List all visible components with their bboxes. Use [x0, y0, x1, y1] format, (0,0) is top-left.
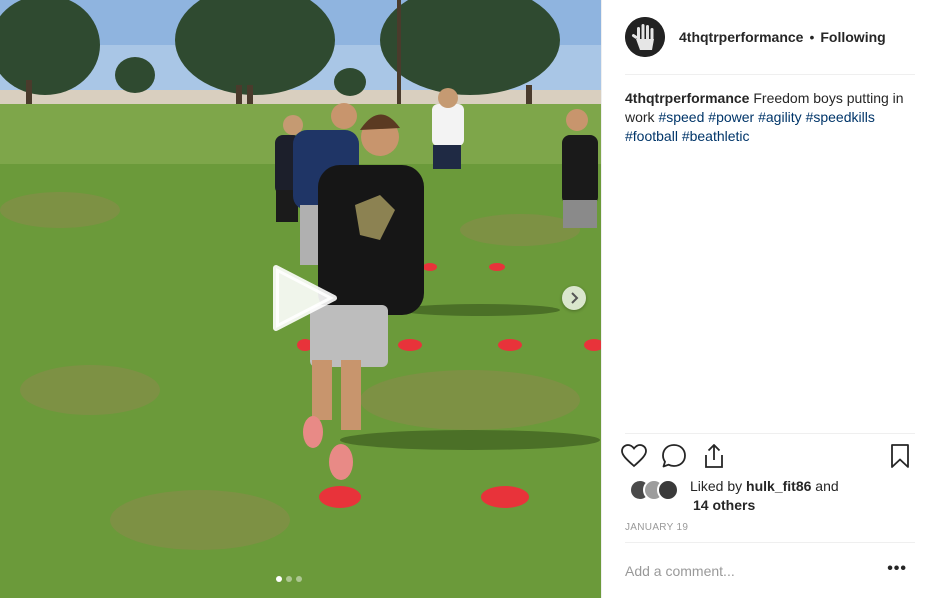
likes-summary: Liked by hulk_fit86 and 14 others [629, 477, 919, 517]
post-sidebar: 4thqtrperformance • Following 4thqtrperf… [601, 0, 937, 598]
more-options-button[interactable]: ••• [887, 560, 907, 578]
liked-by-prefix: Liked by [690, 478, 743, 494]
chevron-right-icon [571, 292, 579, 304]
liked-by-user[interactable]: hulk_fit86 [746, 478, 811, 494]
hashtag-link[interactable]: #speed [658, 109, 704, 125]
other-likes-link[interactable]: 14 others [693, 496, 755, 515]
comment-box: Add a comment... ••• [625, 560, 915, 584]
liked-by-joiner: and [815, 478, 839, 494]
play-icon[interactable] [268, 262, 340, 334]
post-media[interactable] [0, 0, 601, 598]
hand-logo-icon [625, 17, 665, 57]
carousel-dot [296, 576, 302, 582]
post-header: 4thqtrperformance • Following [625, 14, 915, 60]
actions-divider [625, 433, 915, 434]
avatar[interactable] [625, 17, 665, 57]
liked-by-text: Liked by hulk_fit86 and [690, 477, 839, 496]
avatar[interactable] [657, 479, 679, 501]
post-actions [620, 440, 918, 472]
hashtag-link[interactable]: #power [708, 109, 754, 125]
carousel-dots [276, 576, 302, 582]
heart-icon[interactable] [620, 442, 648, 470]
header-divider [625, 74, 915, 75]
caption-username[interactable]: 4thqtrperformance [625, 90, 749, 106]
bookmark-icon[interactable] [886, 442, 914, 470]
next-media-button[interactable] [562, 286, 586, 310]
header-separator: • [809, 29, 815, 45]
post-username[interactable]: 4thqtrperformance [679, 29, 803, 45]
carousel-dot [286, 576, 292, 582]
liker-avatars [629, 479, 685, 501]
post-date[interactable]: JANUARY 19 [625, 522, 688, 533]
following-button[interactable]: Following [820, 29, 885, 45]
post-caption: 4thqtrperformance Freedom boys putting i… [625, 89, 905, 146]
comment-input[interactable]: Add a comment... [625, 563, 735, 579]
hashtag-link[interactable]: #beathletic [682, 128, 750, 144]
carousel-dot [276, 576, 282, 582]
hashtag-link[interactable]: #agility [758, 109, 802, 125]
hashtag-link[interactable]: #speedkills [806, 109, 875, 125]
hashtag-link[interactable]: #football [625, 128, 678, 144]
comment-icon[interactable] [660, 442, 688, 470]
comment-divider [625, 542, 915, 543]
share-icon[interactable] [700, 442, 728, 470]
